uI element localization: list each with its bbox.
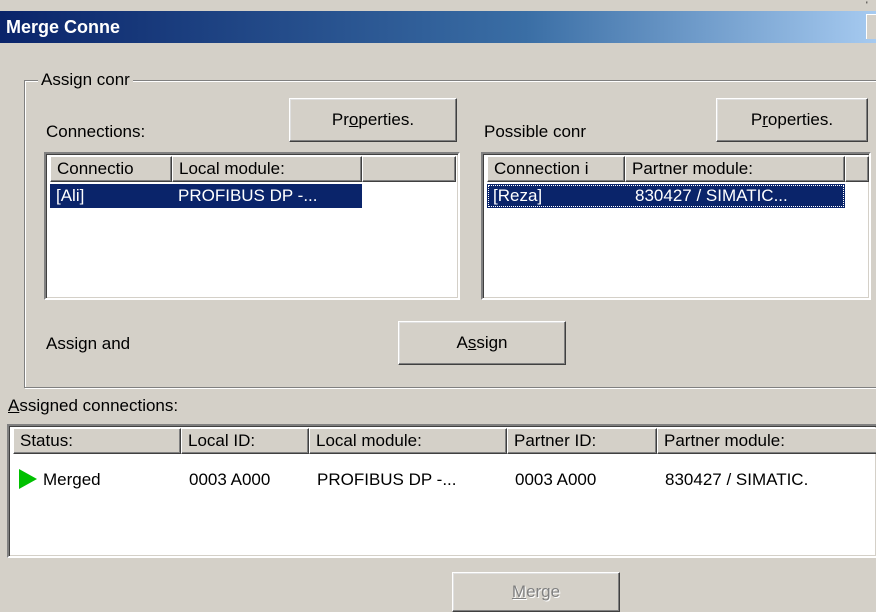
column-header-local-id[interactable]: Local ID: [181,428,309,454]
assigned-connections-label: Assigned connections: [8,396,179,415]
possible-properties-button[interactable]: Properties. [716,98,868,142]
column-header-empty [362,156,456,182]
cell-module: PROFIBUS DP -... [178,186,318,205]
column-header-local-module[interactable]: Local module: [172,156,362,182]
assign-button[interactable]: Assign [398,321,566,365]
assigned-connections-table[interactable]: Status: Local ID: Local module: Partner … [7,424,876,558]
column-header-status[interactable]: Status: [13,428,181,454]
column-header-connection[interactable]: Connection i [487,156,625,182]
connections-properties-button[interactable]: Properties. [289,98,457,142]
play-icon [19,469,37,489]
assign-label: Assign and [46,334,131,353]
cell-partner-id: 0003 A000 [515,470,597,489]
title-bar: Merge Conne [0,11,876,43]
cell-connection: [Reza] [493,186,543,205]
column-header-empty [845,156,869,182]
column-header-local-module[interactable]: Local module: [309,428,507,454]
possible-connections-label: Possible conr [484,122,587,141]
assign-group-label: Assign conr [38,70,133,90]
cell-module: 830427 / SIMATIC... [635,186,788,205]
corner-mark: ' [866,0,868,10]
cell-status: Merged [43,470,101,489]
list-item-selected[interactable]: [Ali] PROFIBUS DP -... [50,184,362,208]
connections-list[interactable]: Connectio Local module: [Ali] PROFIBUS D… [44,152,460,300]
table-row[interactable]: Merged 0003 A000 PROFIBUS DP -... 0003 A… [13,466,873,494]
connections-label: Connections: [46,122,146,141]
column-header-partner-module[interactable]: Partner module: [625,156,845,182]
title-bar-button[interactable] [866,14,876,39]
column-header-partner-id[interactable]: Partner ID: [507,428,657,454]
cell-connection: [Ali] [56,186,85,205]
column-header-partner-module[interactable]: Partner module: [657,428,876,454]
cell-local-module: PROFIBUS DP -... [317,470,457,489]
cell-local-id: 0003 A000 [189,470,271,489]
list-item-selected[interactable]: [Reza] 830427 / SIMATIC... [487,184,845,208]
cell-partner-module: 830427 / SIMATIC. [665,470,809,489]
window-title: Merge Conne [6,17,121,37]
possible-connections-list[interactable]: Connection i Partner module: [Reza] 8304… [481,152,871,300]
column-header-connection[interactable]: Connectio [50,156,172,182]
merge-button[interactable]: Merge [452,572,620,612]
